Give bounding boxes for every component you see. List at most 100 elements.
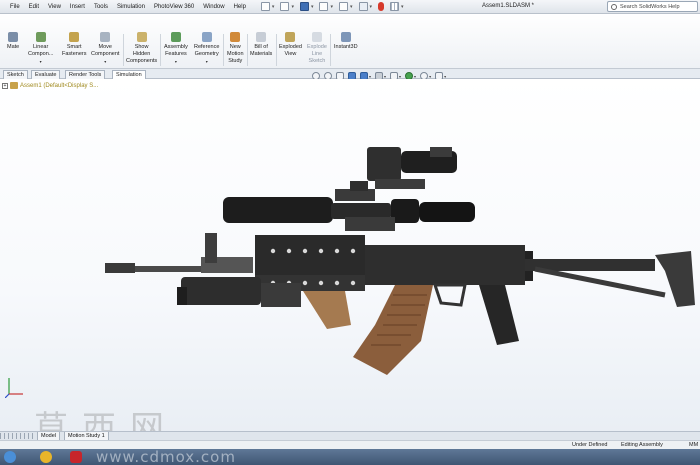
expand-icon[interactable]: + xyxy=(2,82,8,89)
rebuild-icon[interactable] xyxy=(378,2,385,11)
menu-photoview[interactable]: PhotoView 360 xyxy=(154,4,194,10)
search-input[interactable]: Search SolidWorks Help xyxy=(607,1,698,12)
trigger-guard[interactable] xyxy=(432,283,467,307)
mate-label: Mate xyxy=(7,44,20,50)
tab-simulation[interactable]: Simulation xyxy=(112,70,146,79)
foregrip[interactable] xyxy=(303,291,351,329)
rifle-scope[interactable] xyxy=(223,181,475,223)
chevron-down-icon[interactable]: ▾ xyxy=(272,4,275,10)
new-motion-study-button[interactable]: New Motion Study xyxy=(227,32,244,65)
show-hidden-button[interactable]: Show Hidden Components xyxy=(126,32,157,65)
scope-mount[interactable] xyxy=(345,217,395,231)
new-document-icon[interactable] xyxy=(260,2,270,11)
separator xyxy=(123,34,124,66)
separator xyxy=(160,34,161,66)
menu-tools[interactable]: Tools xyxy=(94,4,108,10)
status-units[interactable]: MM xyxy=(689,442,698,448)
watermark-chinese: 草西网 xyxy=(34,409,178,434)
move-component-icon xyxy=(100,32,111,42)
smart-fasteners-label: Smart Fasteners xyxy=(62,44,87,57)
mate-button[interactable]: Mate xyxy=(7,32,19,51)
menu-insert[interactable]: Insert xyxy=(70,4,85,10)
chevron-down-icon[interactable]: ▾ xyxy=(206,58,208,65)
status-mode: Editing Assembly xyxy=(621,442,663,448)
mate-icon xyxy=(8,32,19,42)
separator xyxy=(276,34,277,66)
assembly-features-button[interactable]: Assembly Features ▾ xyxy=(164,32,188,65)
feature-tree-flyout[interactable]: + Assem1 (Default<Display S... xyxy=(2,82,98,89)
chevron-down-icon[interactable]: ▾ xyxy=(291,4,294,10)
chevron-down-icon[interactable]: ▾ xyxy=(444,74,446,79)
graphics-area[interactable]: + Assem1 (Default<Display S... 草西网 xyxy=(0,79,700,434)
menu-file[interactable]: File xyxy=(10,4,20,10)
instant3d-button[interactable]: Instant3D xyxy=(334,32,358,51)
show-hidden-icon xyxy=(136,32,147,42)
motion-study-icon xyxy=(230,32,241,42)
separator xyxy=(223,34,224,66)
status-definition: Under Defined xyxy=(572,442,608,448)
assembly-icon xyxy=(10,82,18,89)
menu-simulation[interactable]: Simulation xyxy=(117,4,145,10)
chevron-down-icon[interactable]: ▾ xyxy=(401,4,404,10)
main-menu: File Edit View Insert Tools Simulation P… xyxy=(0,4,255,10)
linear-pattern-icon xyxy=(35,32,46,42)
menu-bar: File Edit View Insert Tools Simulation P… xyxy=(0,0,700,14)
reference-geometry-icon xyxy=(201,32,212,42)
move-component-button[interactable]: Move Component ▾ xyxy=(91,32,119,65)
chevron-down-icon[interactable]: ▾ xyxy=(311,4,314,10)
tab-render-tools[interactable]: Render Tools xyxy=(65,70,106,79)
show-hidden-label: Show Hidden Components xyxy=(126,44,158,64)
command-manager: Mate Linear Compon... ▾ Smart Fasteners … xyxy=(0,14,700,69)
chevron-down-icon[interactable]: ▾ xyxy=(330,4,333,10)
menu-help[interactable]: Help xyxy=(234,4,246,10)
undo-icon[interactable] xyxy=(338,2,348,11)
pistol-grip[interactable] xyxy=(479,285,519,345)
separator xyxy=(330,34,331,66)
chevron-down-icon[interactable]: ▾ xyxy=(414,74,416,79)
linear-pattern-label: Linear Compon... xyxy=(28,44,54,57)
magazine[interactable] xyxy=(353,285,433,375)
horizontal-scrollbar[interactable] xyxy=(0,433,34,439)
chevron-down-icon[interactable]: ▾ xyxy=(429,74,431,79)
new-motion-study-label: New Motion Study xyxy=(227,44,244,64)
barrel[interactable] xyxy=(105,233,253,273)
coordinate-triad-icon xyxy=(5,378,23,398)
explode-line-sketch-button[interactable]: Explode Line Sketch xyxy=(307,32,327,65)
chevron-down-icon[interactable]: ▾ xyxy=(40,58,42,65)
menu-window[interactable]: Window xyxy=(203,4,224,10)
chevron-down-icon[interactable]: ▾ xyxy=(104,58,106,65)
browser-icon[interactable] xyxy=(40,451,52,463)
solidworks-icon[interactable] xyxy=(70,451,82,463)
instant3d-icon xyxy=(340,32,351,42)
open-icon[interactable] xyxy=(280,2,290,11)
chevron-down-icon[interactable]: ▾ xyxy=(384,74,386,79)
watermark-url: www.cdmox.com xyxy=(96,448,236,465)
rifle-assembly-model[interactable] xyxy=(105,145,695,385)
chevron-down-icon[interactable]: ▾ xyxy=(369,74,371,79)
menu-edit[interactable]: Edit xyxy=(29,4,39,10)
chevron-down-icon[interactable]: ▾ xyxy=(399,74,401,79)
exploded-view-button[interactable]: Exploded View xyxy=(279,32,302,58)
tab-evaluate[interactable]: Evaluate xyxy=(31,70,61,79)
chevron-down-icon[interactable]: ▾ xyxy=(370,4,373,10)
chevron-down-icon[interactable]: ▾ xyxy=(175,58,177,65)
bom-icon xyxy=(256,32,267,42)
bill-of-materials-button[interactable]: Bill of Materials xyxy=(250,32,272,58)
menu-view[interactable]: View xyxy=(48,4,61,10)
print-icon[interactable] xyxy=(319,2,329,11)
start-icon[interactable] xyxy=(4,451,16,463)
linear-pattern-button[interactable]: Linear Compon... ▾ xyxy=(28,32,53,65)
reference-geometry-button[interactable]: Reference Geometry ▾ xyxy=(194,32,219,65)
save-icon[interactable] xyxy=(299,2,309,11)
smart-fasteners-button[interactable]: Smart Fasteners xyxy=(62,32,86,58)
folding-stock[interactable] xyxy=(525,251,695,307)
receiver[interactable] xyxy=(365,245,533,285)
tab-sketch[interactable]: Sketch xyxy=(3,70,28,79)
rail-handguard[interactable] xyxy=(255,235,365,291)
exploded-view-icon xyxy=(285,32,296,42)
select-icon[interactable] xyxy=(358,2,368,11)
red-dot-sight[interactable] xyxy=(367,147,457,189)
options-icon[interactable] xyxy=(390,2,400,11)
chevron-down-icon[interactable]: ▾ xyxy=(350,4,353,10)
feature-tree-root[interactable]: Assem1 (Default<Display S... xyxy=(20,83,98,89)
